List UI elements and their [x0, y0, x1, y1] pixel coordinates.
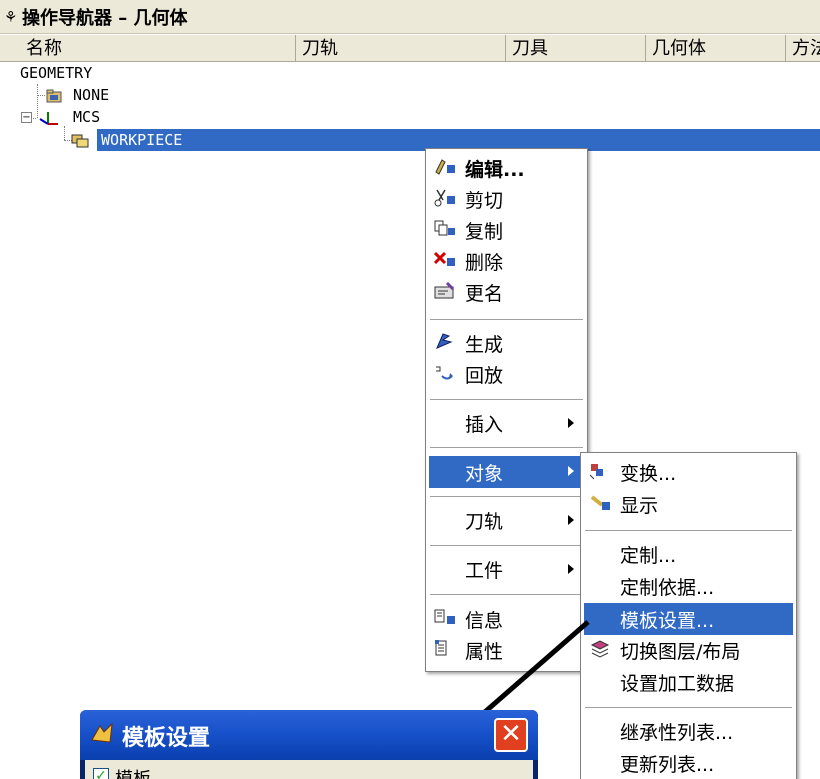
- dialog-body: ✓ 模板: [85, 760, 533, 779]
- template-settings-dialog: 模板设置 ✕ ✓ 模板: [80, 710, 538, 779]
- dialog-title-bar: 模板设置 ✕: [80, 710, 538, 760]
- dialog-title: 模板设置: [122, 726, 211, 751]
- template-checkbox[interactable]: ✓: [93, 768, 109, 779]
- close-icon[interactable]: ✕: [494, 718, 528, 752]
- annotation-arrow: [432, 620, 590, 752]
- template-checkbox-label: 模板: [115, 765, 151, 779]
- dialog-app-icon: [90, 722, 116, 750]
